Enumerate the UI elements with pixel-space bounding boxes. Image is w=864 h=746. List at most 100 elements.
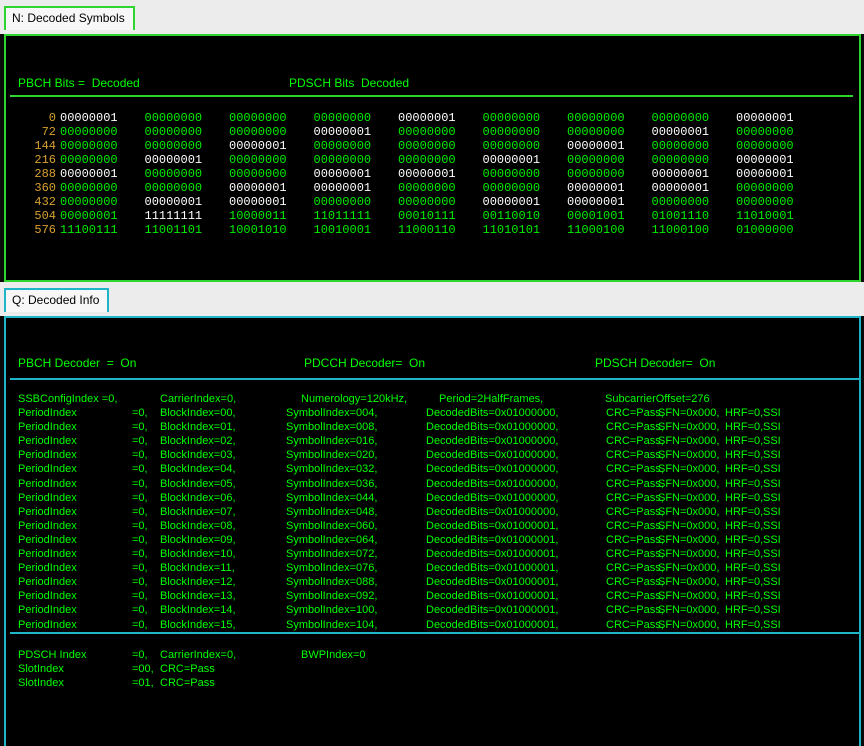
hrf: HRF=0, bbox=[725, 562, 764, 575]
bit-word: 00000001 bbox=[736, 167, 794, 181]
crc-status: CRC=Pass, bbox=[606, 477, 664, 490]
symbol-index: SymbolIndex=044, bbox=[286, 491, 378, 504]
symbol-index: SymbolIndex=064, bbox=[286, 533, 378, 546]
crc-status: CRC=Pass, bbox=[606, 421, 664, 434]
bit-word: 00000001 bbox=[60, 111, 118, 125]
period-index-value: =0, bbox=[132, 477, 148, 490]
header-separator bbox=[10, 95, 853, 97]
sfn: SFN=0x000, bbox=[658, 407, 720, 419]
bits-row: 144 00000000 00000000 00000001 00000000 00000… bbox=[28, 139, 817, 153]
symbol-index: SymbolIndex=032, bbox=[286, 463, 378, 476]
period-index-value: =0, bbox=[132, 505, 148, 518]
bit-word: 00000000 bbox=[144, 181, 203, 195]
bit-word: 00000000 bbox=[229, 111, 287, 125]
decoded-bits: DecodedBits=0x01000001, bbox=[426, 618, 559, 631]
bit-word: 00000001 bbox=[398, 111, 456, 125]
bit-word: 11010001 bbox=[736, 209, 794, 223]
bits-row: 72 00000000 00000000 00000000 00000001 000000… bbox=[28, 125, 817, 139]
hrf: HRF=0, bbox=[725, 576, 764, 589]
period-index-value: =0, bbox=[132, 548, 148, 560]
sfn: SFN=0x000, bbox=[658, 590, 720, 603]
pbch-block-row: PeriodIndex =0, BlockIndex=15, SymbolIndex=… bbox=[18, 618, 858, 632]
pdsch-bits-label: PDSCH Bits Decoded bbox=[289, 76, 410, 90]
pbch-block-row: PeriodIndex =0, BlockIndex=11, SymbolIndex=… bbox=[18, 561, 858, 575]
bit-word: 00000000 bbox=[398, 125, 456, 139]
bit-word: 00000000 bbox=[60, 139, 118, 153]
bit-word: 10000011 bbox=[229, 209, 287, 223]
slot-index-label: SlotIndex bbox=[18, 677, 64, 689]
pbch-block-row: PeriodIndex =0, BlockIndex=07, SymbolIndex=… bbox=[18, 505, 858, 519]
sfn: SFN=0x000, bbox=[658, 533, 720, 546]
sfn: SFN=0x000, bbox=[658, 604, 720, 617]
bit-word: 00000000 bbox=[651, 153, 710, 167]
symbol-index: SymbolIndex=060, bbox=[286, 519, 378, 532]
crc-status: CRC=Pass, bbox=[606, 604, 664, 617]
hrf: HRF=0, bbox=[725, 604, 764, 617]
bit-word: 00000001 bbox=[482, 195, 541, 209]
decoded-symbols-panel: PBCH Bits = Decoded PDSCH Bits Decoded 0… bbox=[4, 34, 861, 282]
crc-status: CRC=Pass, bbox=[606, 548, 664, 560]
carrier-index: CarrierIndex=0, bbox=[160, 393, 237, 405]
period-index-value: =0, bbox=[132, 491, 148, 504]
bit-offset: 216 bbox=[34, 153, 56, 167]
period-index-label: PeriodIndex bbox=[18, 576, 77, 589]
bit-word: 00000001 bbox=[229, 181, 287, 195]
symbol-index: SymbolIndex=092, bbox=[286, 590, 378, 603]
bit-word: 00000000 bbox=[229, 125, 287, 139]
bit-word: 00000001 bbox=[567, 181, 625, 195]
decoded-bits: DecodedBits=0x01000001, bbox=[426, 604, 559, 617]
crc-status: CRC=Pass, bbox=[606, 576, 664, 589]
bits-grid: 0 00000001 00000000 00000000 00000000 0000000… bbox=[28, 111, 817, 237]
crc-status: CRC=Pass, bbox=[606, 505, 664, 518]
symbol-index: SymbolIndex=048, bbox=[286, 505, 378, 518]
bit-word: 00000000 bbox=[398, 139, 456, 153]
bit-word: 11001101 bbox=[144, 223, 203, 237]
block-index: BlockIndex=12, bbox=[160, 576, 236, 589]
symbol-index: SymbolIndex=020, bbox=[286, 449, 378, 462]
bit-word: 00000001 bbox=[651, 125, 710, 139]
bit-word: 00000000 bbox=[313, 139, 372, 153]
tab-decoded-symbols[interactable]: N: Decoded Symbols bbox=[4, 6, 135, 30]
symbol-index: SymbolIndex=104, bbox=[286, 618, 378, 631]
ssi: SSI bbox=[763, 435, 781, 448]
period-index-value: =0, bbox=[132, 519, 148, 532]
decoded-bits: DecodedBits=0x01000001, bbox=[426, 562, 559, 575]
ssi: SSI bbox=[763, 519, 781, 532]
hrf: HRF=0, bbox=[725, 421, 764, 434]
bit-word: 11010101 bbox=[482, 223, 541, 237]
symbol-index: SymbolIndex=008, bbox=[286, 421, 378, 434]
bit-word: 00000000 bbox=[482, 181, 541, 195]
block-index: BlockIndex=08, bbox=[160, 519, 236, 532]
pbch-block-row: PeriodIndex =0, BlockIndex=13, SymbolIndex=… bbox=[18, 589, 858, 603]
pdsch-decoder-status: PDSCH Decoder= On bbox=[595, 356, 716, 370]
bit-word: 00000001 bbox=[736, 111, 794, 125]
bit-word: 00000000 bbox=[651, 111, 710, 125]
slot-row: SlotIndex =01, CRC=Pass bbox=[18, 676, 858, 690]
bit-word: 00000001 bbox=[229, 195, 287, 209]
bit-offset: 504 bbox=[34, 209, 56, 223]
sfn: SFN=0x000, bbox=[658, 548, 720, 560]
bit-word: 00000000 bbox=[60, 153, 118, 167]
period-index-label: PeriodIndex bbox=[18, 491, 77, 504]
symbol-index: SymbolIndex=100, bbox=[286, 604, 378, 617]
crc-status: CRC=Pass, bbox=[606, 590, 664, 603]
bit-word: 10010001 bbox=[313, 223, 372, 237]
bit-word: 11000110 bbox=[398, 223, 456, 237]
slot-crc: CRC=Pass bbox=[160, 663, 215, 675]
block-index: BlockIndex=06, bbox=[160, 491, 236, 504]
symbol-index: SymbolIndex=076, bbox=[286, 562, 378, 575]
ssi: SSI bbox=[763, 590, 781, 603]
bit-offset: 144 bbox=[34, 139, 56, 153]
block-index: BlockIndex=15, bbox=[160, 618, 236, 631]
period-index-value: =0, bbox=[132, 407, 148, 419]
period-index-label: PeriodIndex bbox=[18, 618, 77, 631]
crc-status: CRC=Pass, bbox=[606, 618, 664, 631]
bit-word: 00000001 bbox=[144, 195, 203, 209]
hrf: HRF=0, bbox=[725, 590, 764, 603]
pbch-decoder-status: PBCH Decoder = On bbox=[18, 356, 137, 370]
sfn: SFN=0x000, bbox=[658, 421, 720, 434]
tab-decoded-info[interactable]: Q: Decoded Info bbox=[4, 288, 110, 312]
sfn: SFN=0x000, bbox=[658, 449, 720, 462]
bit-word: 00000000 bbox=[144, 139, 203, 153]
pbch-block-row: PeriodIndex =0, BlockIndex=03, SymbolIndex=… bbox=[18, 448, 858, 462]
